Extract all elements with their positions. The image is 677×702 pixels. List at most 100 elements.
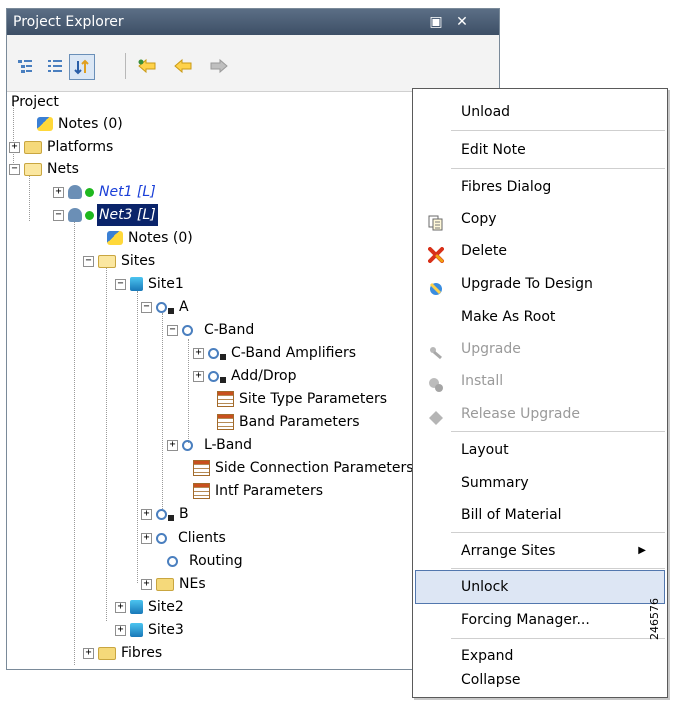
menu-item-make-as-root[interactable]: Make As Root [414, 301, 666, 333]
expand-icon[interactable]: + [141, 508, 152, 520]
folder-open-icon [24, 162, 42, 176]
tree-view-icon[interactable] [13, 54, 37, 78]
menu-item-arrange-sites[interactable]: Arrange Sites ▶ [414, 535, 666, 567]
toolbar-separator [125, 53, 126, 79]
collapse-icon[interactable]: − [83, 255, 94, 267]
tree-item-side-b[interactable]: + B [141, 503, 191, 525]
tree-item-add-drop[interactable]: + Add/Drop [193, 365, 299, 387]
menu-item-copy[interactable]: Copy [414, 203, 666, 235]
tree-item-notes[interactable]: Notes (0) [37, 113, 125, 135]
tree-item-side-connection-parameters[interactable]: Side Connection Parameters [193, 457, 416, 479]
locked-node-icon [208, 370, 219, 382]
expand-icon[interactable]: + [167, 439, 178, 451]
node-icon [182, 439, 193, 451]
install-icon [428, 373, 444, 392]
back-star-icon[interactable] [135, 54, 159, 78]
expand-icon[interactable]: + [83, 647, 94, 659]
network-icon [68, 185, 82, 199]
menu-separator [451, 532, 665, 533]
table-icon [217, 391, 234, 407]
menu-item-fibres-dialog[interactable]: Fibres Dialog [414, 171, 666, 203]
menu-item-delete[interactable]: Delete [414, 235, 666, 267]
site-icon [130, 277, 143, 291]
tree-item-nes[interactable]: + NEs [141, 573, 208, 595]
menu-item-unlock[interactable]: Unlock [415, 570, 665, 604]
tree-item-clients[interactable]: + Clients [141, 527, 228, 549]
expand-icon[interactable]: + [193, 370, 204, 382]
lock-icon [220, 354, 226, 360]
tree-item-platforms[interactable]: + Platforms [9, 136, 115, 158]
tree-item-band-parameters[interactable]: Band Parameters [217, 411, 362, 433]
menu-item-layout[interactable]: Layout [414, 434, 666, 466]
copy-icon [428, 211, 444, 231]
tree-item-site2[interactable]: + Site2 [115, 596, 186, 618]
tree-item-sites[interactable]: − Sites [83, 250, 157, 272]
expand-icon[interactable]: + [115, 624, 126, 636]
tree-connector [106, 267, 107, 621]
expand-icon[interactable]: + [141, 532, 152, 544]
expand-icon[interactable]: + [115, 601, 126, 613]
tree-item-net1[interactable]: + Net1 [L] [53, 181, 158, 203]
menu-item-forcing-manager[interactable]: Forcing Manager... [414, 604, 666, 636]
menu-item-upgrade: Upgrade [414, 333, 666, 365]
lock-icon [168, 515, 174, 521]
tree-item-site3[interactable]: + Site3 [115, 619, 186, 641]
expand-icon[interactable]: + [53, 186, 64, 198]
table-icon [193, 483, 210, 499]
list-view-icon[interactable] [43, 54, 67, 78]
menu-separator [451, 168, 665, 169]
forward-icon[interactable] [207, 54, 231, 78]
upgrade-icon [428, 341, 444, 360]
figure-id: 246576 [648, 598, 661, 640]
close-icon[interactable]: ✕ [451, 9, 473, 35]
folder-icon [156, 577, 174, 591]
expand-icon[interactable]: + [9, 141, 20, 153]
tree-item-routing[interactable]: Routing [167, 550, 245, 572]
tree-item-c-band-amplifiers[interactable]: + C-Band Amplifiers [193, 342, 358, 364]
tree-item-site-type-parameters[interactable]: Site Type Parameters [217, 388, 389, 410]
menu-separator [451, 568, 665, 569]
tree-connector [74, 219, 75, 665]
collapse-icon[interactable]: − [141, 301, 152, 313]
back-icon[interactable] [171, 54, 195, 78]
menu-item-upgrade-to-design[interactable]: Upgrade To Design [414, 268, 666, 300]
lock-icon [168, 308, 174, 314]
expand-icon[interactable]: + [193, 347, 204, 359]
locked-node-icon [208, 347, 219, 359]
tree-item-c-band[interactable]: − C-Band [167, 319, 256, 341]
site-icon [130, 600, 143, 614]
tree-connector [137, 291, 138, 583]
menu-separator [451, 431, 665, 432]
collapse-icon[interactable]: − [115, 278, 126, 290]
tree-item-intf-parameters[interactable]: Intf Parameters [193, 480, 325, 502]
folder-icon [24, 140, 42, 154]
tree-item-side-a[interactable]: − A [141, 296, 191, 318]
menu-item-bill-of-material[interactable]: Bill of Material [414, 499, 666, 531]
menu-item-summary[interactable]: Summary [414, 467, 666, 499]
menu-item-edit-note[interactable]: Edit Note [414, 134, 666, 166]
release-upgrade-icon [428, 406, 444, 425]
status-ok-icon [85, 187, 94, 197]
tree-item-fibres[interactable]: + Fibres [83, 642, 164, 664]
restore-icon[interactable]: ▣ [425, 9, 447, 35]
tree-root-project[interactable]: Project [9, 91, 61, 113]
sort-icon[interactable] [69, 54, 95, 80]
collapse-icon[interactable]: − [53, 209, 64, 221]
explorer-toolbar [7, 35, 499, 92]
menu-item-unload[interactable]: Unload [414, 96, 666, 128]
tree-item-l-band[interactable]: + L-Band [167, 434, 254, 456]
expand-icon[interactable]: + [141, 578, 152, 590]
tree-item-site1[interactable]: − Site1 [115, 273, 186, 295]
tree-connector [162, 313, 163, 511]
folder-open-icon [98, 254, 116, 268]
tree-item-net3[interactable]: − Net3 [L] [53, 204, 158, 226]
table-icon [193, 460, 210, 476]
menu-item-collapse[interactable]: Collapse [414, 664, 666, 696]
site-icon [130, 623, 143, 637]
upgrade-design-icon [428, 276, 444, 295]
collapse-icon[interactable]: − [167, 324, 178, 336]
collapse-icon[interactable]: − [9, 163, 20, 175]
folder-icon [98, 646, 116, 660]
tree-item-nets[interactable]: − Nets [9, 158, 81, 180]
tree-item-net3-notes[interactable]: Notes (0) [107, 227, 195, 249]
